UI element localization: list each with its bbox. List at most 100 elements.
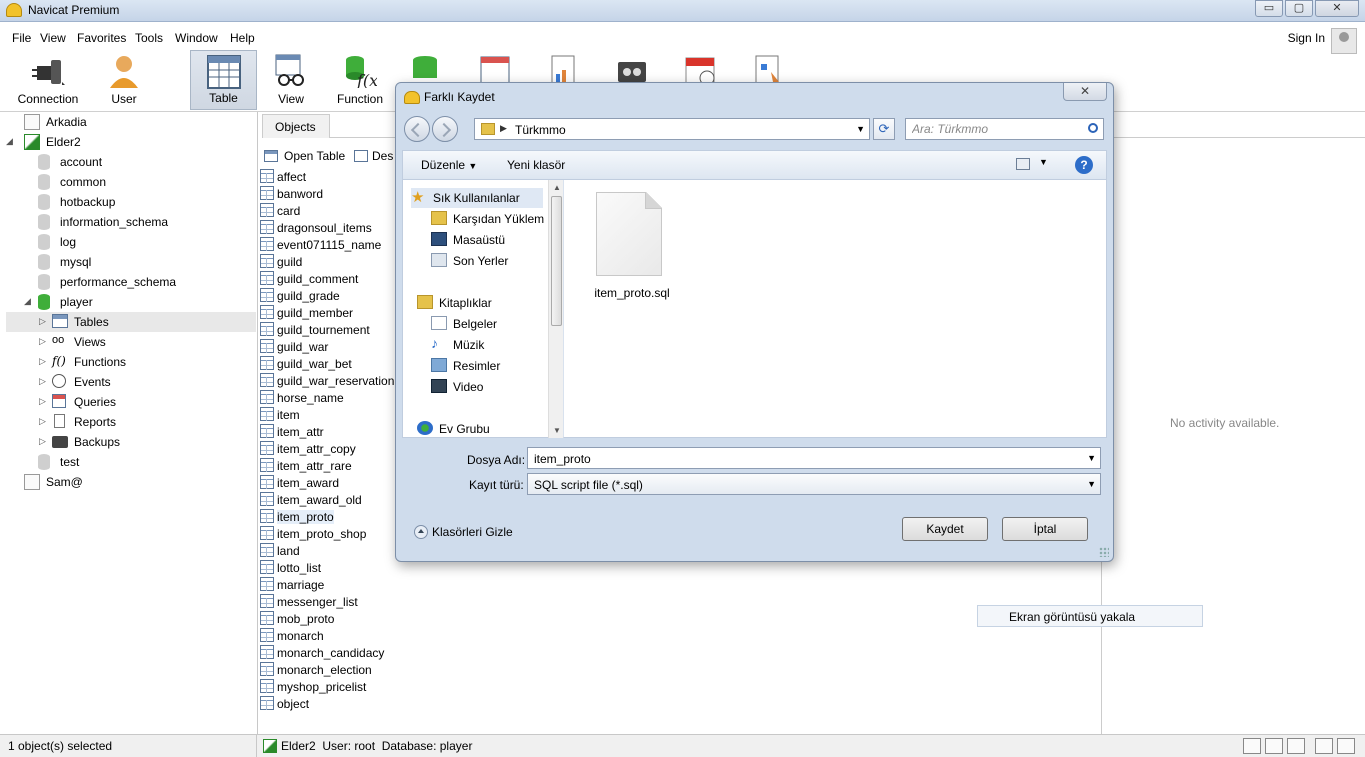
tree-db-player[interactable]: ◢ player (6, 292, 256, 312)
forward-button[interactable] (432, 116, 458, 142)
collapsed-arrow-icon[interactable]: ▷ (39, 436, 49, 447)
table-row[interactable]: event071115_name (258, 236, 398, 253)
collapsed-arrow-icon[interactable]: ▷ (39, 376, 49, 387)
chevron-down-icon[interactable]: ▼ (856, 124, 865, 134)
hide-folders-button[interactable]: Klasörleri Gizle (414, 525, 513, 539)
table-row[interactable]: item_award_old (258, 491, 398, 508)
new-folder-button[interactable]: Yeni klasör (507, 158, 565, 172)
table-row[interactable]: object (258, 695, 398, 712)
table-row[interactable]: guild_tournement (258, 321, 398, 338)
table-row[interactable]: horse_name (258, 389, 398, 406)
table-row[interactable]: item_attr_rare (258, 457, 398, 474)
search-input[interactable] (906, 119, 1081, 139)
table-row[interactable]: guild_war (258, 338, 398, 355)
collapsed-arrow-icon[interactable]: ▷ (39, 356, 49, 367)
search-box[interactable] (905, 118, 1104, 140)
cancel-button[interactable]: İptal (1002, 517, 1088, 541)
table-row[interactable]: marriage (258, 576, 398, 593)
organize-button[interactable]: Düzenle ▼ (421, 158, 477, 172)
address-bar[interactable]: ▶ Türkmmo ▼ (474, 118, 870, 140)
table-row[interactable]: dragonsoul_items (258, 219, 398, 236)
help-icon[interactable]: ? (1075, 156, 1093, 174)
chevron-down-icon[interactable]: ▼ (1087, 479, 1096, 489)
design-table-button[interactable]: Des (354, 149, 393, 163)
collapsed-arrow-icon[interactable]: ▷ (39, 416, 49, 427)
tree-connection-sam[interactable]: Sam@ (6, 472, 256, 492)
tree-views[interactable]: ▷ oo Views (6, 332, 256, 352)
close-window-button[interactable]: ✕ (1315, 0, 1359, 17)
table-row[interactable]: guild_member (258, 304, 398, 321)
table-row[interactable]: item_attr (258, 423, 398, 440)
collapsed-arrow-icon[interactable]: ▷ (39, 396, 49, 407)
tree-reports[interactable]: ▷ Reports (6, 412, 256, 432)
table-button[interactable]: Table (190, 50, 257, 110)
table-row[interactable]: item_proto (258, 508, 398, 525)
menu-file[interactable]: File (12, 31, 31, 45)
tree-functions[interactable]: ▷ f() Functions (6, 352, 256, 372)
table-row[interactable]: guild_war_bet (258, 355, 398, 372)
minimize-button[interactable]: ▭ (1255, 0, 1283, 17)
refresh-button[interactable]: ⟳ (873, 118, 895, 140)
table-row[interactable]: affect (258, 168, 398, 185)
tree-db-log[interactable]: log (6, 232, 256, 252)
detail-view-icon[interactable] (1265, 738, 1283, 754)
table-row[interactable]: messenger_list (258, 593, 398, 610)
open-table-button[interactable]: Open Table (264, 149, 345, 163)
table-row[interactable]: land (258, 542, 398, 559)
file-item[interactable]: item_proto.sql (592, 192, 672, 302)
menu-view[interactable]: View (40, 31, 66, 45)
collapsed-arrow-icon[interactable]: ▷ (39, 316, 49, 327)
table-row[interactable]: monarch_candidacy (258, 644, 398, 661)
table-row[interactable]: item_proto_shop (258, 525, 398, 542)
table-row[interactable]: banword (258, 185, 398, 202)
split-right-icon[interactable] (1337, 738, 1355, 754)
tree-db-common[interactable]: common (6, 172, 256, 192)
filename-input[interactable]: item_proto ▼ (527, 447, 1101, 469)
tree-events[interactable]: ▷ Events (6, 372, 256, 392)
view-button[interactable]: View (262, 50, 320, 110)
resize-grip[interactable] (1099, 547, 1109, 557)
save-button[interactable]: Kaydet (902, 517, 988, 541)
view-options-icon[interactable] (1016, 158, 1030, 170)
table-row[interactable]: item (258, 406, 398, 423)
table-row[interactable]: mob_proto (258, 610, 398, 627)
user-button[interactable]: User (96, 50, 152, 110)
screenshot-tooltip[interactable]: Ekran görüntüsü yakala (977, 605, 1203, 627)
tree-connection-arkadia[interactable]: Arkadia (6, 112, 256, 132)
tree-db-information-schema[interactable]: information_schema (6, 212, 256, 232)
breadcrumb-folder[interactable]: Türkmmo (515, 123, 566, 137)
nav-scrollbar[interactable]: ▲ ▼ (548, 180, 564, 438)
table-row[interactable]: myshop_pricelist (258, 678, 398, 695)
table-row[interactable]: guild_comment (258, 270, 398, 287)
table-row[interactable]: card (258, 202, 398, 219)
menu-window[interactable]: Window (175, 31, 218, 45)
tree-db-hotbackup[interactable]: hotbackup (6, 192, 256, 212)
tree-queries[interactable]: ▷ Queries (6, 392, 256, 412)
search-icon[interactable] (1088, 123, 1098, 133)
scroll-down-icon[interactable]: ▼ (553, 426, 561, 435)
list-view-icon[interactable] (1243, 738, 1261, 754)
table-row[interactable]: item_attr_copy (258, 440, 398, 457)
filetype-select[interactable]: SQL script file (*.sql) ▼ (527, 473, 1101, 495)
tree-backups[interactable]: ▷ Backups (6, 432, 256, 452)
tree-db-mysql[interactable]: mysql (6, 252, 256, 272)
expanded-arrow-icon[interactable]: ◢ (6, 136, 16, 147)
maximize-button[interactable]: ▢ (1285, 0, 1313, 17)
nav-favorites[interactable]: ★ Sık Kullanılanlar (411, 188, 543, 208)
tree-connection-elder2[interactable]: ◢ Elder2 (6, 132, 256, 152)
tree-db-performance-schema[interactable]: performance_schema (6, 272, 256, 292)
table-row[interactable]: monarch (258, 627, 398, 644)
table-row[interactable]: guild_war_reservation (258, 372, 398, 389)
menu-help[interactable]: Help (230, 31, 255, 45)
er-view-icon[interactable] (1287, 738, 1305, 754)
back-button[interactable] (404, 116, 430, 142)
dialog-close-button[interactable]: ✕ (1063, 83, 1107, 101)
split-left-icon[interactable] (1315, 738, 1333, 754)
menu-tools[interactable]: Tools (135, 31, 163, 45)
chevron-down-icon[interactable]: ▼ (1039, 157, 1048, 167)
connection-button[interactable]: Connection (10, 50, 86, 110)
collapsed-arrow-icon[interactable]: ▷ (39, 336, 49, 347)
menu-favorites[interactable]: Favorites (77, 31, 126, 45)
tree-db-account[interactable]: account (6, 152, 256, 172)
tree-db-test[interactable]: test (6, 452, 256, 472)
